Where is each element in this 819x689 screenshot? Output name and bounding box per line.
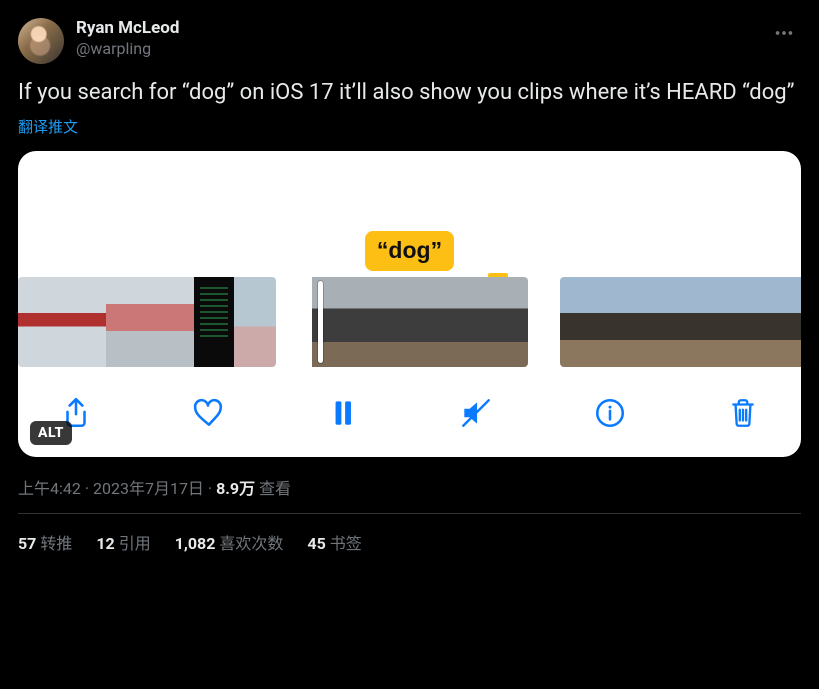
retweets-stat[interactable]: 57转推 — [18, 530, 72, 554]
tweet-header: Ryan McLeod @warpling — [18, 18, 801, 64]
views-count: 8.9万 — [216, 479, 255, 498]
avatar[interactable] — [18, 18, 64, 64]
tweet-stats: 57转推 12引用 1,082喜欢次数 45书签 — [18, 514, 801, 554]
info-button[interactable] — [588, 391, 632, 435]
pause-icon — [326, 396, 360, 430]
clip-frame — [106, 277, 150, 367]
caption-bubble: “dog” — [365, 231, 454, 271]
clip-frame — [560, 277, 604, 367]
trash-icon — [726, 396, 760, 430]
author-identity[interactable]: Ryan McLeod @warpling — [76, 18, 179, 59]
tweet-text: If you search for “dog” on iOS 17 it’ll … — [18, 78, 801, 108]
clip-group[interactable] — [560, 277, 801, 367]
clip-frame — [780, 277, 801, 367]
quotes-stat[interactable]: 12引用 — [96, 530, 150, 554]
tweet-container: Ryan McLeod @warpling If you search for … — [0, 0, 819, 554]
media-attachment[interactable]: “dog” — [18, 151, 801, 457]
speaker-muted-icon — [459, 396, 493, 430]
clip-frame — [474, 277, 528, 367]
clip-frame — [62, 277, 106, 367]
clip-frame — [366, 277, 420, 367]
likes-stat[interactable]: 1,082喜欢次数 — [175, 530, 284, 554]
like-button[interactable] — [187, 391, 231, 435]
video-timeline[interactable] — [18, 277, 801, 367]
clip-frame — [604, 277, 648, 367]
clip-group[interactable] — [18, 277, 276, 367]
translate-link[interactable]: 翻译推文 — [18, 116, 78, 137]
media-caption-area: “dog” — [18, 165, 801, 277]
media-toolbar — [18, 367, 801, 457]
clip-frame — [312, 277, 366, 367]
tweet-time[interactable]: 上午4:42 — [18, 479, 81, 498]
clip-frame — [420, 277, 474, 367]
bookmarks-stat[interactable]: 45书签 — [307, 530, 361, 554]
clip-frame — [692, 277, 736, 367]
handle: @warpling — [76, 39, 179, 59]
views-label: 查看 — [255, 479, 291, 498]
clip-group[interactable] — [308, 277, 528, 367]
mute-button[interactable] — [454, 391, 498, 435]
tweet-date[interactable]: 2023年7月17日 — [93, 479, 204, 498]
clip-frame — [648, 277, 692, 367]
display-name: Ryan McLeod — [76, 18, 179, 39]
heart-icon — [192, 396, 226, 430]
more-icon — [773, 22, 795, 44]
pause-button[interactable] — [321, 391, 365, 435]
clip-frame — [234, 277, 276, 367]
tweet-meta: 上午4:42 · 2023年7月17日 · 8.9万 查看 — [18, 475, 801, 499]
clip-frame — [150, 277, 194, 367]
alt-badge[interactable]: ALT — [30, 421, 72, 445]
delete-button[interactable] — [721, 391, 765, 435]
clip-frame — [736, 277, 780, 367]
clip-frame — [18, 277, 62, 367]
info-icon — [593, 396, 627, 430]
more-button[interactable] — [767, 18, 801, 53]
clip-frame — [194, 277, 234, 367]
